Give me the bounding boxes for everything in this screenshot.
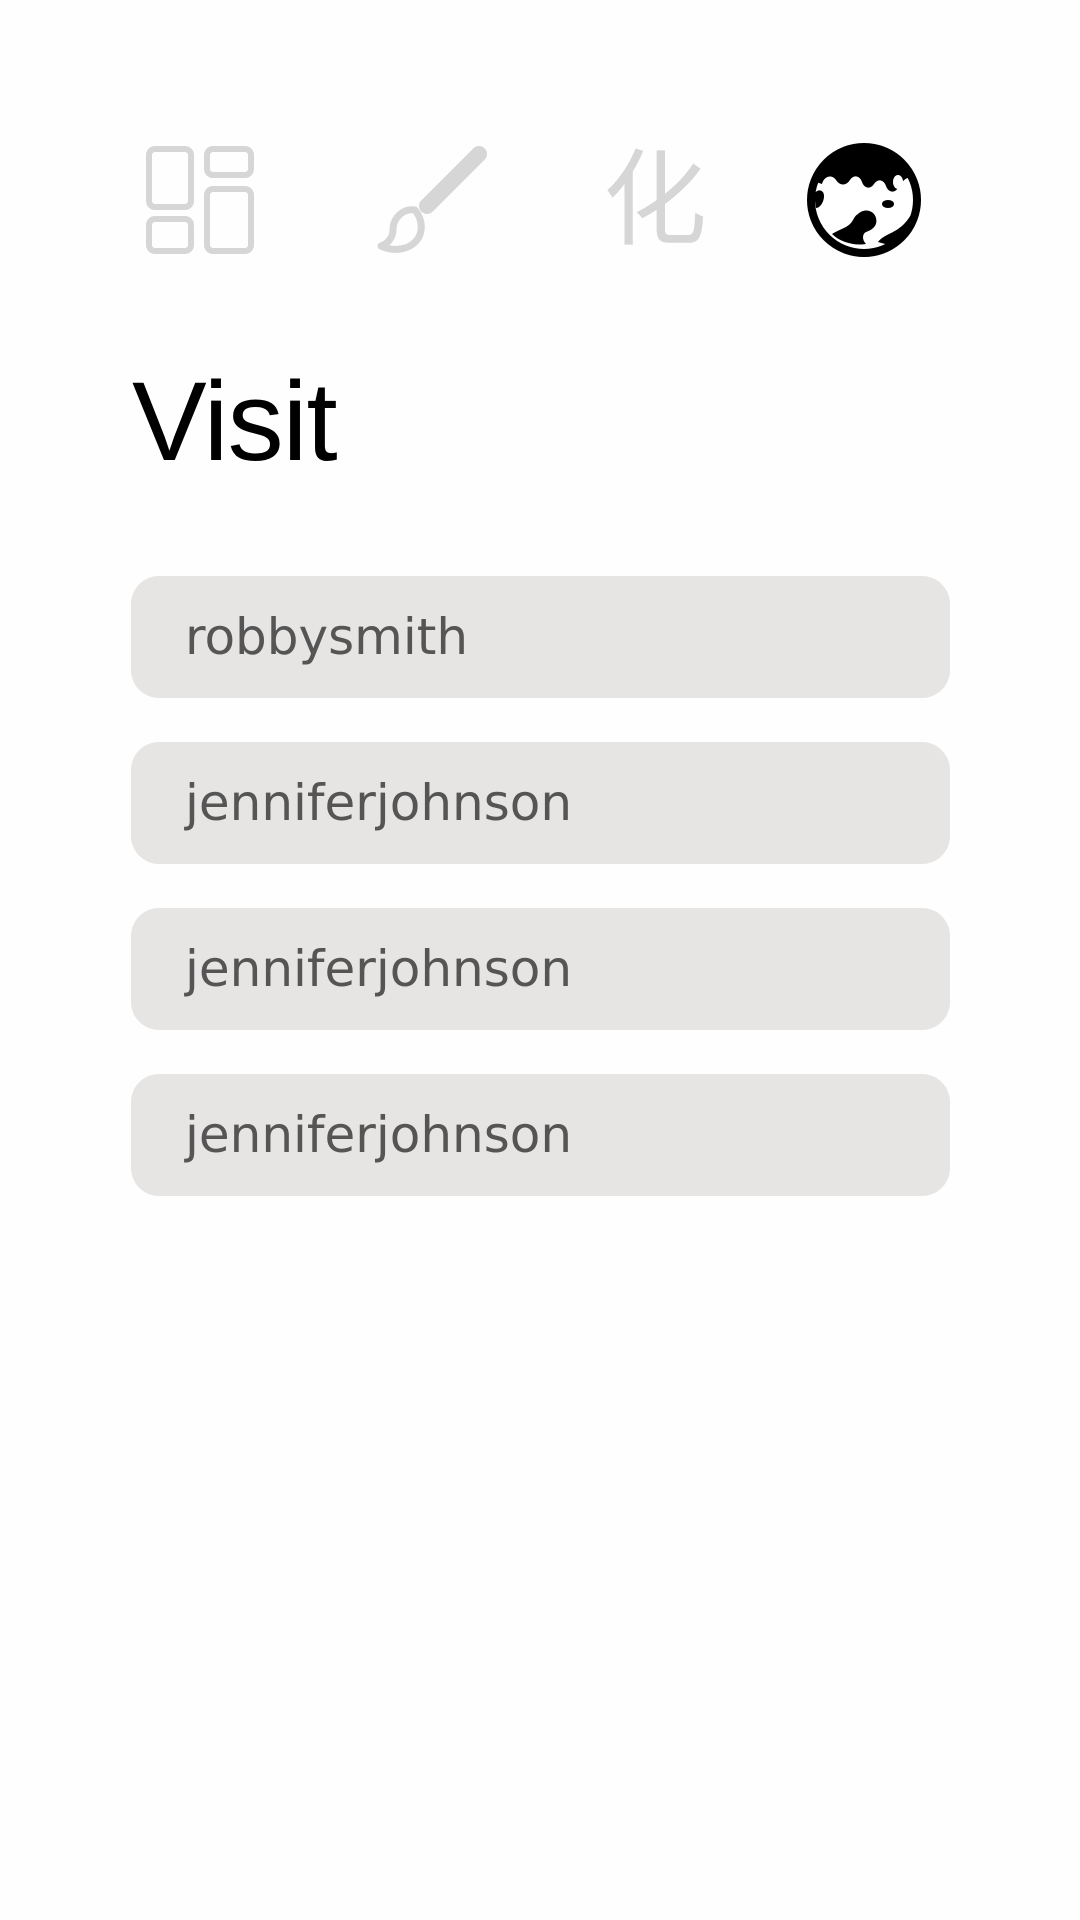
page-title: Visit xyxy=(132,359,338,484)
visit-username: robbysmith xyxy=(185,608,469,666)
visit-list: robbysmith jenniferjohnson jenniferjohnson… xyxy=(131,576,950,1240)
visit-screen: 化 Visit robbysmith jenniferjohnson jennife… xyxy=(0,0,1080,1920)
visit-item[interactable]: robbysmith xyxy=(131,576,950,698)
dashboard-grid-icon xyxy=(146,146,254,254)
visit-username: jenniferjohnson xyxy=(185,1106,573,1164)
visit-item[interactable]: jenniferjohnson xyxy=(131,742,950,864)
paintbrush-icon xyxy=(377,146,487,253)
nav-brush-button[interactable] xyxy=(365,130,505,270)
nav-transform-button[interactable]: 化 xyxy=(585,130,725,270)
visit-username: jenniferjohnson xyxy=(185,940,573,998)
kanji-hua-icon: 化 xyxy=(602,139,707,261)
nav-dashboard-button[interactable] xyxy=(130,130,270,270)
nav-visit-button[interactable] xyxy=(794,130,934,270)
visit-item[interactable]: jenniferjohnson xyxy=(131,908,950,1030)
top-navigation: 化 xyxy=(130,130,950,270)
visit-username: jenniferjohnson xyxy=(185,774,573,832)
globe-icon xyxy=(807,143,921,257)
visit-item[interactable]: jenniferjohnson xyxy=(131,1074,950,1196)
